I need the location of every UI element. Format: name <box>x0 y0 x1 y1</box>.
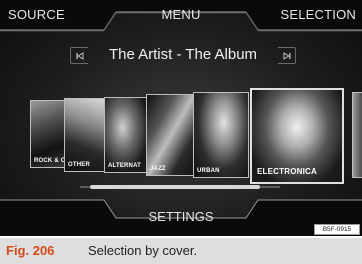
album-cover-jazz[interactable]: JAZZ <box>146 94 196 176</box>
now-playing-bar: The Artist - The Album <box>70 44 296 68</box>
scrollbar-thumb[interactable] <box>90 185 260 189</box>
settings-button[interactable]: SETTINGS <box>0 209 362 224</box>
cover-label: URBAN <box>197 168 220 174</box>
cover-label: OTHER <box>68 162 90 168</box>
skip-next-icon <box>283 51 290 60</box>
album-title: The Artist - The Album <box>108 46 258 63</box>
album-cover-other[interactable]: OTHER <box>64 98 108 172</box>
image-code-label: B5F-0915 <box>314 224 360 235</box>
selection-button[interactable]: SELECTION <box>281 7 356 22</box>
cover-label: ELECTRONICA <box>257 167 317 176</box>
album-cover-electronica[interactable]: ELECTRONICA <box>250 88 344 184</box>
cover-label: ALTERNAT <box>108 163 142 169</box>
album-cover-urban[interactable]: URBAN <box>193 92 249 178</box>
cover-label: ROCK & O <box>34 158 66 164</box>
caption-text: Selection by cover. <box>88 243 198 258</box>
next-button[interactable] <box>278 47 296 64</box>
figure-caption: Fig. 206 Selection by cover. <box>0 238 362 264</box>
figure-number: Fig. 206 <box>6 243 55 258</box>
infotainment-screen: SOURCE MENU SELECTION The Artist - The A… <box>0 0 362 236</box>
album-cover-next[interactable] <box>352 92 362 178</box>
album-cover-alternative[interactable]: ALTERNAT <box>104 97 150 173</box>
cover-label: JAZZ <box>150 166 166 172</box>
